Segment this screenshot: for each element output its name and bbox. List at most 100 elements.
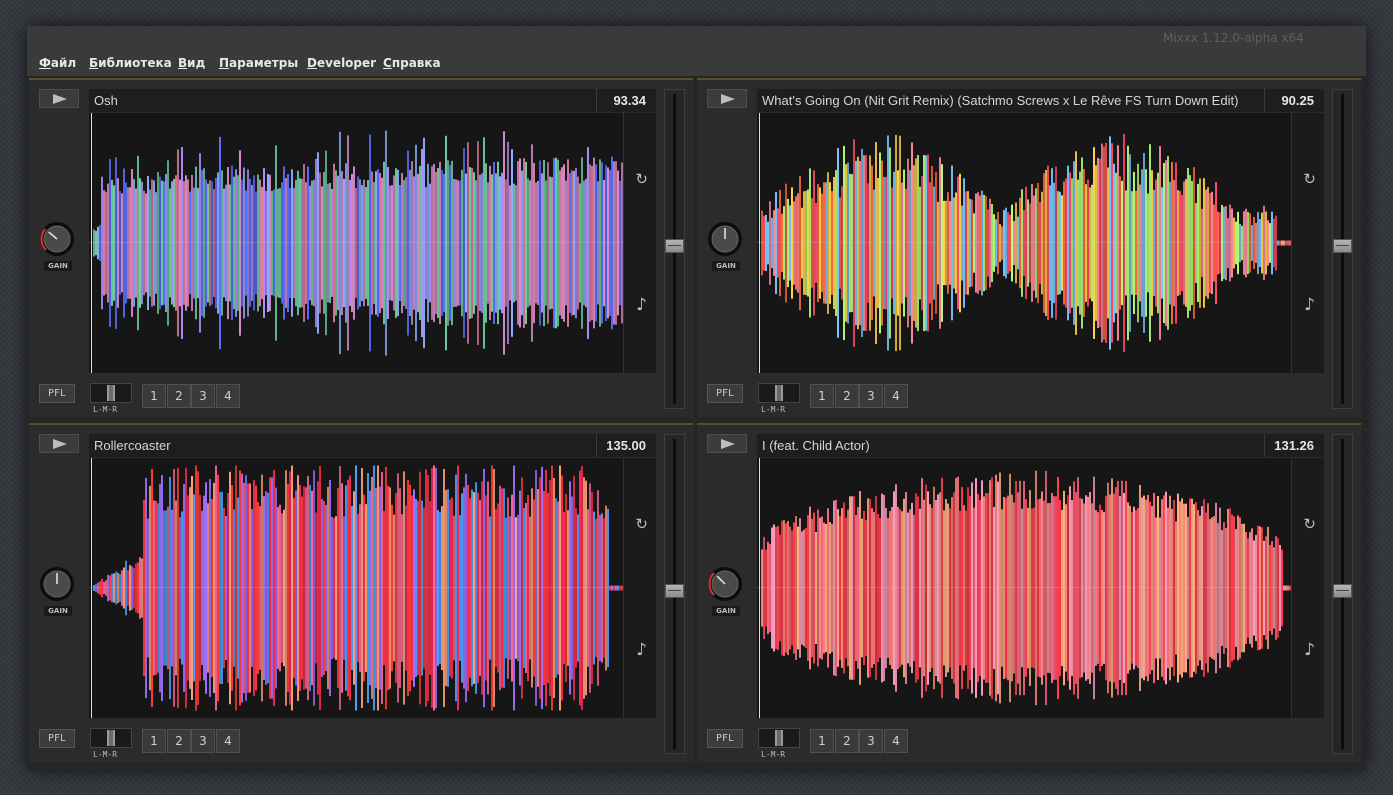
music-note-icon[interactable]: ♪ [1304, 295, 1315, 315]
hotcue-1-button[interactable]: 1 [142, 729, 166, 753]
waveform-bar [391, 504, 393, 672]
repeat-icon[interactable]: ↻ [1303, 515, 1316, 533]
menu-library[interactable]: Библиотека [89, 56, 172, 70]
waveform-bar [127, 570, 129, 606]
play-button[interactable] [707, 89, 747, 108]
hotcue-4-button[interactable]: 4 [216, 384, 240, 408]
play-button[interactable] [39, 434, 79, 453]
music-note-icon[interactable]: ♪ [1304, 640, 1315, 660]
waveform-bar [239, 470, 241, 706]
hotcue-1-button[interactable]: 1 [810, 729, 834, 753]
hotcue-3-button[interactable]: 3 [859, 729, 883, 753]
hotcue-3-button[interactable]: 3 [859, 384, 883, 408]
waveform-bar [801, 207, 803, 279]
gain-label: GAIN [712, 261, 740, 271]
orientation-handle[interactable] [107, 385, 115, 401]
waveform-bar [403, 180, 405, 306]
orientation-switch[interactable] [90, 728, 132, 748]
rate-slider-handle[interactable] [1333, 584, 1352, 598]
waveform-bar [293, 498, 295, 678]
waveform-bar [113, 185, 115, 301]
menu-help[interactable]: Справка [383, 56, 441, 70]
orientation-switch[interactable] [90, 383, 132, 403]
play-button[interactable] [707, 434, 747, 453]
waveform-bar [1007, 212, 1009, 274]
waveform-bar [123, 567, 125, 609]
hotcue-2-button[interactable]: 2 [835, 384, 859, 408]
gain-knob[interactable] [707, 566, 743, 602]
waveform-bar [169, 476, 171, 700]
hotcue-2-button[interactable]: 2 [167, 729, 191, 753]
waveform-bar [811, 518, 813, 658]
waveform-bar [369, 134, 371, 352]
menu-view-label-rest: ид [187, 56, 206, 70]
menu-file[interactable]: Файл [39, 56, 76, 70]
rate-slider-handle[interactable] [665, 239, 684, 253]
menu-view[interactable]: Вид [178, 56, 205, 70]
hotcue-4-button[interactable]: 4 [216, 729, 240, 753]
waveform-bar [1153, 493, 1155, 684]
hotcue-1-button[interactable]: 1 [810, 384, 834, 408]
rate-slider[interactable] [1332, 89, 1353, 409]
waveform-view[interactable]: ↻ ♪ [757, 113, 1324, 373]
rate-slider-handle[interactable] [665, 584, 684, 598]
waveform-bar [191, 175, 193, 311]
waveform-bar [551, 465, 553, 711]
waveform-bar [789, 526, 791, 650]
gain-knob[interactable] [39, 566, 75, 602]
waveform-view[interactable]: ↻ ♪ [89, 113, 656, 373]
waveform-bar [941, 164, 943, 322]
orientation-switch[interactable] [758, 383, 800, 403]
waveform-bar [575, 508, 577, 668]
repeat-icon[interactable]: ↻ [1303, 170, 1316, 188]
repeat-icon[interactable]: ↻ [635, 515, 648, 533]
waveform-bar [851, 174, 853, 312]
waveform-bar [381, 472, 383, 704]
music-note-icon[interactable]: ♪ [636, 640, 647, 660]
waveform-bar [1021, 189, 1023, 297]
waveform-bar [959, 510, 961, 666]
pfl-button[interactable]: PFL [39, 729, 75, 748]
waveform-bar [1109, 136, 1111, 350]
waveform-bar [427, 475, 429, 701]
rate-slider[interactable] [664, 89, 685, 409]
hotcue-4-button[interactable]: 4 [884, 729, 908, 753]
hotcue-2-button[interactable]: 2 [835, 729, 859, 753]
hotcue-3-button[interactable]: 3 [191, 729, 215, 753]
rate-slider[interactable] [1332, 434, 1353, 754]
rate-slider[interactable] [664, 434, 685, 754]
orientation-switch[interactable] [758, 728, 800, 748]
waveform-bar [159, 483, 161, 693]
waveform-bar [961, 205, 963, 281]
waveform-bar [487, 481, 489, 695]
waveform-view[interactable]: ↻ ♪ [757, 458, 1324, 718]
pfl-button[interactable]: PFL [707, 384, 743, 403]
gain-knob[interactable] [39, 221, 75, 257]
hotcue-3-button[interactable]: 3 [191, 384, 215, 408]
waveform-bar [93, 229, 95, 257]
menu-options[interactable]: Параметры [219, 56, 298, 70]
waveform-bar [863, 511, 865, 666]
orientation-handle[interactable] [107, 730, 115, 746]
hotcue-2-button[interactable]: 2 [167, 384, 191, 408]
orientation-handle[interactable] [775, 385, 783, 401]
pfl-button[interactable]: PFL [707, 729, 743, 748]
play-button[interactable] [39, 89, 79, 108]
music-note-icon[interactable]: ♪ [636, 295, 647, 315]
pfl-button[interactable]: PFL [39, 384, 75, 403]
waveform-bar [985, 196, 987, 290]
rate-slider-handle[interactable] [1333, 239, 1352, 253]
waveform-view[interactable]: ↻ ♪ [89, 458, 656, 718]
waveform-bar [415, 144, 417, 342]
repeat-icon[interactable]: ↻ [635, 170, 648, 188]
waveform-bar [263, 496, 265, 680]
waveform-bar [153, 180, 155, 306]
menu-developer[interactable]: Developer [307, 56, 376, 70]
waveform-bar [289, 471, 291, 705]
hotcue-1-button[interactable]: 1 [142, 384, 166, 408]
gain-knob[interactable] [707, 221, 743, 257]
orientation-handle[interactable] [775, 730, 783, 746]
waveform-bar [213, 189, 215, 297]
hotcue-4-button[interactable]: 4 [884, 384, 908, 408]
waveform-bar [295, 179, 297, 307]
